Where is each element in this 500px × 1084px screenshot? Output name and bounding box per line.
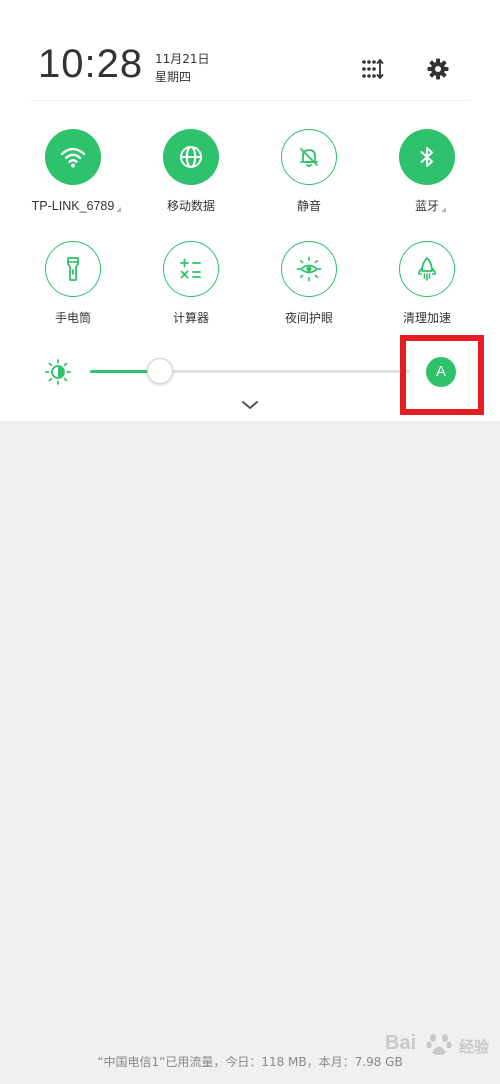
watermark-brand-tail: 经验 [459,1038,490,1056]
paw-icon [426,1034,452,1055]
tile-clean-boost[interactable]: 清理加速 [372,241,482,327]
chevron-down-icon [242,401,258,409]
tile-flashlight-circle [45,241,101,297]
tile-mute-label: 静音 [296,199,321,213]
auto-brightness-button[interactable]: A [426,357,456,387]
tile-bluetooth[interactable]: 蓝牙 [372,129,482,215]
brightness-slider[interactable] [90,358,410,384]
sort-tiles-icon [362,59,384,79]
sort-tiles-button[interactable] [357,54,387,84]
tile-mobile-data-label: 移动数据 [166,199,215,213]
quick-settings-panel: 10:28 11月21日 星期四 TP-LINK_6789 移动数据 静音 蓝牙… [0,0,500,421]
mute-bell-icon [300,148,318,167]
tile-bluetooth-label: 蓝牙 [415,197,446,215]
tile-wifi-label: TP-LINK_6789 [32,197,122,215]
tile-bluetooth-circle [399,129,455,185]
tile-calculator-label: 计算器 [172,311,209,325]
tile-night-mode-label: 夜间护眼 [284,311,333,325]
more-options-indicator [116,207,122,212]
globe-icon [180,146,202,168]
tile-wifi[interactable]: TP-LINK_6789 [18,129,128,215]
gear-icon [427,58,449,80]
brightness-slider-thumb[interactable] [147,358,173,384]
calculator-icon [180,258,201,279]
tile-calculator[interactable]: 计算器 [136,241,246,327]
tile-mobile-data[interactable]: 移动数据 [136,129,246,215]
bluetooth-icon [420,147,433,167]
eye-sun-icon [296,256,322,282]
date-label: 11月21日 [155,52,210,66]
rocket-icon [418,257,436,281]
tile-mute[interactable]: 静音 [254,129,364,215]
watermark-brand: Bai [385,1032,417,1054]
more-options-indicator [441,207,446,212]
tile-clean-boost-label: 清理加速 [402,311,451,325]
flashlight-icon [67,257,79,281]
clock-time: 10:28 [38,42,144,86]
brightness-icon [45,359,71,385]
wifi-icon [60,147,86,168]
header-divider [30,100,470,101]
baidu-jingyan-watermark: Bai 经验 [385,1026,497,1066]
tile-flashlight-label: 手电筒 [54,311,91,325]
tile-clean-boost-circle [399,241,455,297]
tile-night-mode-circle [281,241,337,297]
weekday-label: 星期四 [155,70,192,84]
tile-calculator-circle [163,241,219,297]
expand-panel-button[interactable] [238,396,262,414]
tile-flashlight[interactable]: 手电筒 [18,241,128,327]
tile-mute-circle [281,129,337,185]
tile-wifi-circle [45,129,101,185]
settings-button[interactable] [423,54,453,84]
tile-night-mode[interactable]: 夜间护眼 [254,241,364,327]
tile-mobile-data-circle [163,129,219,185]
